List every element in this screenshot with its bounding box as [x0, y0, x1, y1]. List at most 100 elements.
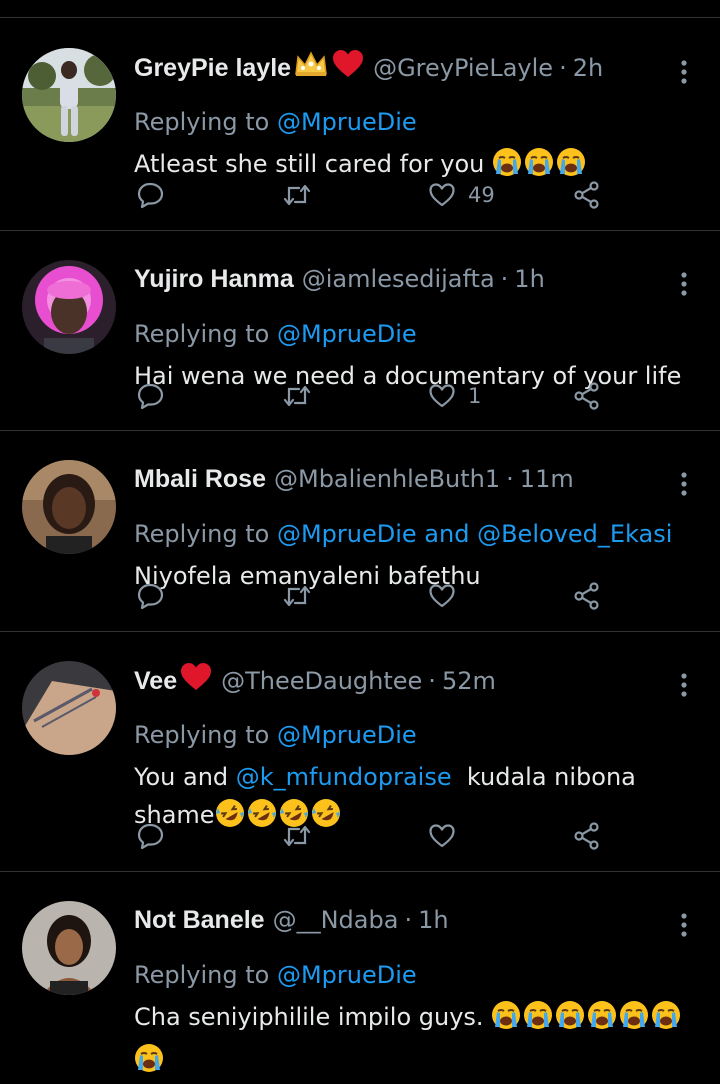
separator-dot: · — [500, 265, 509, 293]
share-button[interactable] — [573, 818, 601, 854]
retweet-button[interactable] — [282, 818, 312, 854]
replying-to-line: Replying to @MprueDie and @Beloved_Ekasi — [134, 516, 672, 552]
reply-button[interactable] — [137, 378, 165, 414]
display-name[interactable]: Vee — [134, 667, 177, 695]
display-name[interactable]: Yujiro Hanma — [134, 265, 294, 293]
like-button[interactable]: 1 — [428, 378, 481, 414]
more-options-icon[interactable] — [676, 910, 692, 940]
retweet-arrows-icon — [283, 585, 311, 607]
replying-to-label: Replying to — [134, 108, 270, 136]
action-bar — [0, 578, 720, 614]
reply-card[interactable]: Yujiro Hanma @iamlesedijafta · 1h Replying … — [0, 231, 720, 431]
mention-link[interactable]: @Beloved_Ekasi — [477, 520, 672, 548]
action-bar: 49 — [0, 177, 720, 213]
red-heart-emoji-icon — [331, 49, 365, 89]
mention-link[interactable]: @MprueDie — [277, 721, 417, 749]
mention-link[interactable]: @MprueDie — [277, 961, 417, 989]
display-name[interactable]: Not Banele — [134, 906, 265, 934]
share-button[interactable] — [573, 378, 601, 414]
mention-link[interactable]: @k_mfundopraise — [236, 763, 452, 791]
heart-icon — [429, 584, 455, 608]
crown-emoji-icon — [293, 50, 329, 88]
loudly-crying-face-icon — [651, 1000, 681, 1041]
separator-dot: · — [428, 667, 436, 695]
avatar[interactable] — [22, 901, 116, 995]
like-button[interactable] — [428, 578, 456, 614]
more-options-icon[interactable] — [676, 670, 692, 700]
share-button[interactable] — [573, 177, 601, 213]
retweet-button[interactable] — [282, 177, 312, 213]
share-nodes-icon — [574, 382, 599, 410]
reply-text-content: Cha seniyiphilile impilo guys. — [134, 1003, 492, 1031]
reply-button[interactable] — [137, 818, 165, 854]
reply-card[interactable]: Not Banele @__Ndaba · 1h Replying to @Mprue… — [0, 872, 720, 1072]
retweet-arrows-icon — [283, 825, 311, 847]
share-nodes-icon — [574, 822, 599, 850]
separator-dot: · — [506, 465, 514, 493]
reply-header: Vee @TheeDaughtee · 52m — [134, 662, 496, 698]
replying-to-label: Replying to — [134, 520, 270, 548]
share-button[interactable] — [573, 578, 601, 614]
heart-icon — [429, 824, 455, 848]
timestamp[interactable]: 11m — [520, 465, 574, 493]
loudly-crying-face-icon — [523, 1000, 553, 1041]
share-nodes-icon — [574, 181, 599, 209]
reply-header: Yujiro Hanma @iamlesedijafta · 1h — [134, 261, 545, 297]
replying-to-line: Replying to @MprueDie — [134, 717, 417, 753]
speech-bubble-icon — [137, 182, 164, 209]
timestamp[interactable]: 52m — [442, 667, 496, 695]
retweet-arrows-icon — [283, 184, 311, 206]
username-handle[interactable]: @iamlesedijafta — [302, 265, 495, 293]
mention-link[interactable]: @MprueDie — [277, 520, 417, 548]
retweet-button[interactable] — [282, 578, 312, 614]
reply-card[interactable]: Vee @TheeDaughtee · 52m Replying to @MprueD… — [0, 632, 720, 872]
like-count: 49 — [468, 183, 495, 207]
reply-card[interactable]: Mbali Rose @MbalienhleButh1 · 11m Replying … — [0, 431, 720, 632]
action-bar: 1 — [0, 378, 720, 414]
loudly-crying-face-icon — [555, 1000, 585, 1041]
red-heart-emoji-icon — [179, 662, 213, 702]
replying-to-line: Replying to @MprueDie — [134, 957, 417, 993]
loudly-crying-face-icon — [134, 1043, 164, 1084]
reply-card[interactable]: GreyPie layle @GreyPieLayle · 2h Replying t… — [0, 19, 720, 231]
speech-bubble-icon — [137, 583, 164, 610]
timestamp[interactable]: 1h — [514, 265, 544, 293]
share-nodes-icon — [574, 582, 599, 610]
username-handle[interactable]: @GreyPieLayle — [373, 54, 553, 82]
avatar[interactable] — [22, 260, 116, 354]
timestamp[interactable]: 2h — [573, 54, 603, 82]
loudly-crying-face-icon — [587, 1000, 617, 1041]
username-handle[interactable]: @MbalienhleButh1 — [274, 465, 500, 493]
more-options-icon[interactable] — [676, 269, 692, 299]
replying-to-label: Replying to — [134, 721, 270, 749]
reply-button[interactable] — [137, 578, 165, 614]
mention-link[interactable]: @MprueDie — [277, 108, 417, 136]
like-button[interactable]: 49 — [428, 177, 495, 213]
separator-dot: · — [559, 54, 567, 82]
mention-and-word: and — [424, 520, 470, 548]
replying-to-label: Replying to — [134, 961, 270, 989]
reply-button[interactable] — [137, 177, 165, 213]
reply-header: Mbali Rose @MbalienhleButh1 · 11m — [134, 461, 574, 497]
more-options-icon[interactable] — [676, 469, 692, 499]
retweet-button[interactable] — [282, 378, 312, 414]
display-name[interactable]: GreyPie layle — [134, 54, 291, 82]
speech-bubble-icon — [137, 383, 164, 410]
reply-header: Not Banele @__Ndaba · 1h — [134, 902, 449, 938]
reply-header: GreyPie layle @GreyPieLayle · 2h — [134, 49, 603, 85]
timestamp[interactable]: 1h — [418, 906, 448, 934]
avatar[interactable] — [22, 460, 116, 554]
avatar[interactable] — [22, 661, 116, 755]
retweet-arrows-icon — [283, 385, 311, 407]
action-bar — [0, 818, 720, 854]
reply-text-part1: You and — [134, 763, 236, 791]
avatar[interactable] — [22, 48, 116, 142]
like-count: 1 — [468, 384, 482, 408]
username-handle[interactable]: @__Ndaba — [273, 906, 399, 934]
username-handle[interactable]: @TheeDaughtee — [221, 667, 422, 695]
mention-link[interactable]: @MprueDie — [277, 320, 417, 348]
more-options-icon[interactable] — [676, 57, 692, 87]
emoji-group — [492, 148, 588, 178]
like-button[interactable] — [428, 818, 456, 854]
display-name[interactable]: Mbali Rose — [134, 465, 266, 493]
